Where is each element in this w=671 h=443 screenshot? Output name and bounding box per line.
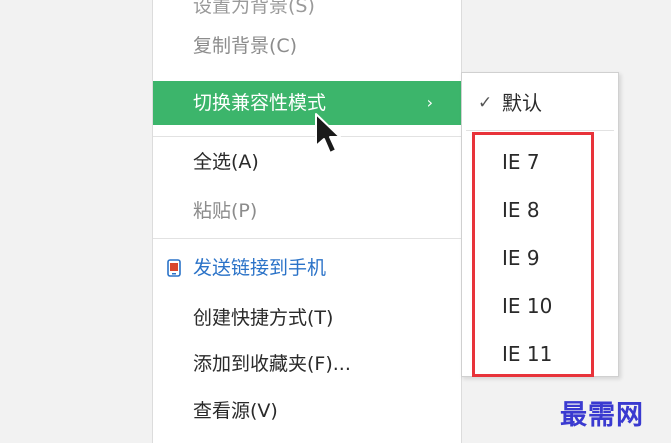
check-icon: ✓: [478, 93, 493, 113]
phone-icon: [167, 259, 181, 277]
highlight-box: [472, 132, 594, 377]
menu-item-view-source[interactable]: 查看源(V): [153, 389, 461, 433]
submenu-item-default[interactable]: ✓ 默认: [462, 81, 618, 125]
menu-item-create-shortcut[interactable]: 创建快捷方式(T): [153, 296, 461, 340]
menu-separator: [153, 136, 461, 137]
menu-item-paste[interactable]: 粘贴(P): [153, 189, 461, 233]
chevron-right-icon: ›: [426, 93, 433, 112]
menu-item-compat-mode-label: 切换兼容性模式: [193, 92, 327, 114]
menu-item-add-to-favorites[interactable]: 添加到收藏夹(F)...: [153, 342, 461, 386]
menu-separator: [153, 238, 461, 239]
menu-item-send-link-to-phone[interactable]: 发送链接到手机: [153, 246, 461, 290]
menu-item-select-all[interactable]: 全选(A): [153, 140, 461, 184]
submenu-item-default-label: 默认: [502, 91, 542, 115]
mouse-cursor-icon: [315, 113, 341, 154]
submenu-separator: [466, 130, 614, 131]
menu-item-send-link-label: 发送链接到手机: [193, 257, 327, 279]
menu-item-copy-background[interactable]: 复制背景(C): [153, 24, 461, 68]
context-menu: 设置为背景(S) 复制背景(C) 切换兼容性模式 › 全选(A) 粘贴(P) 发…: [152, 0, 462, 443]
watermark-text: 最需网: [560, 400, 644, 431]
menu-item-compat-mode[interactable]: 切换兼容性模式 ›: [153, 81, 461, 125]
